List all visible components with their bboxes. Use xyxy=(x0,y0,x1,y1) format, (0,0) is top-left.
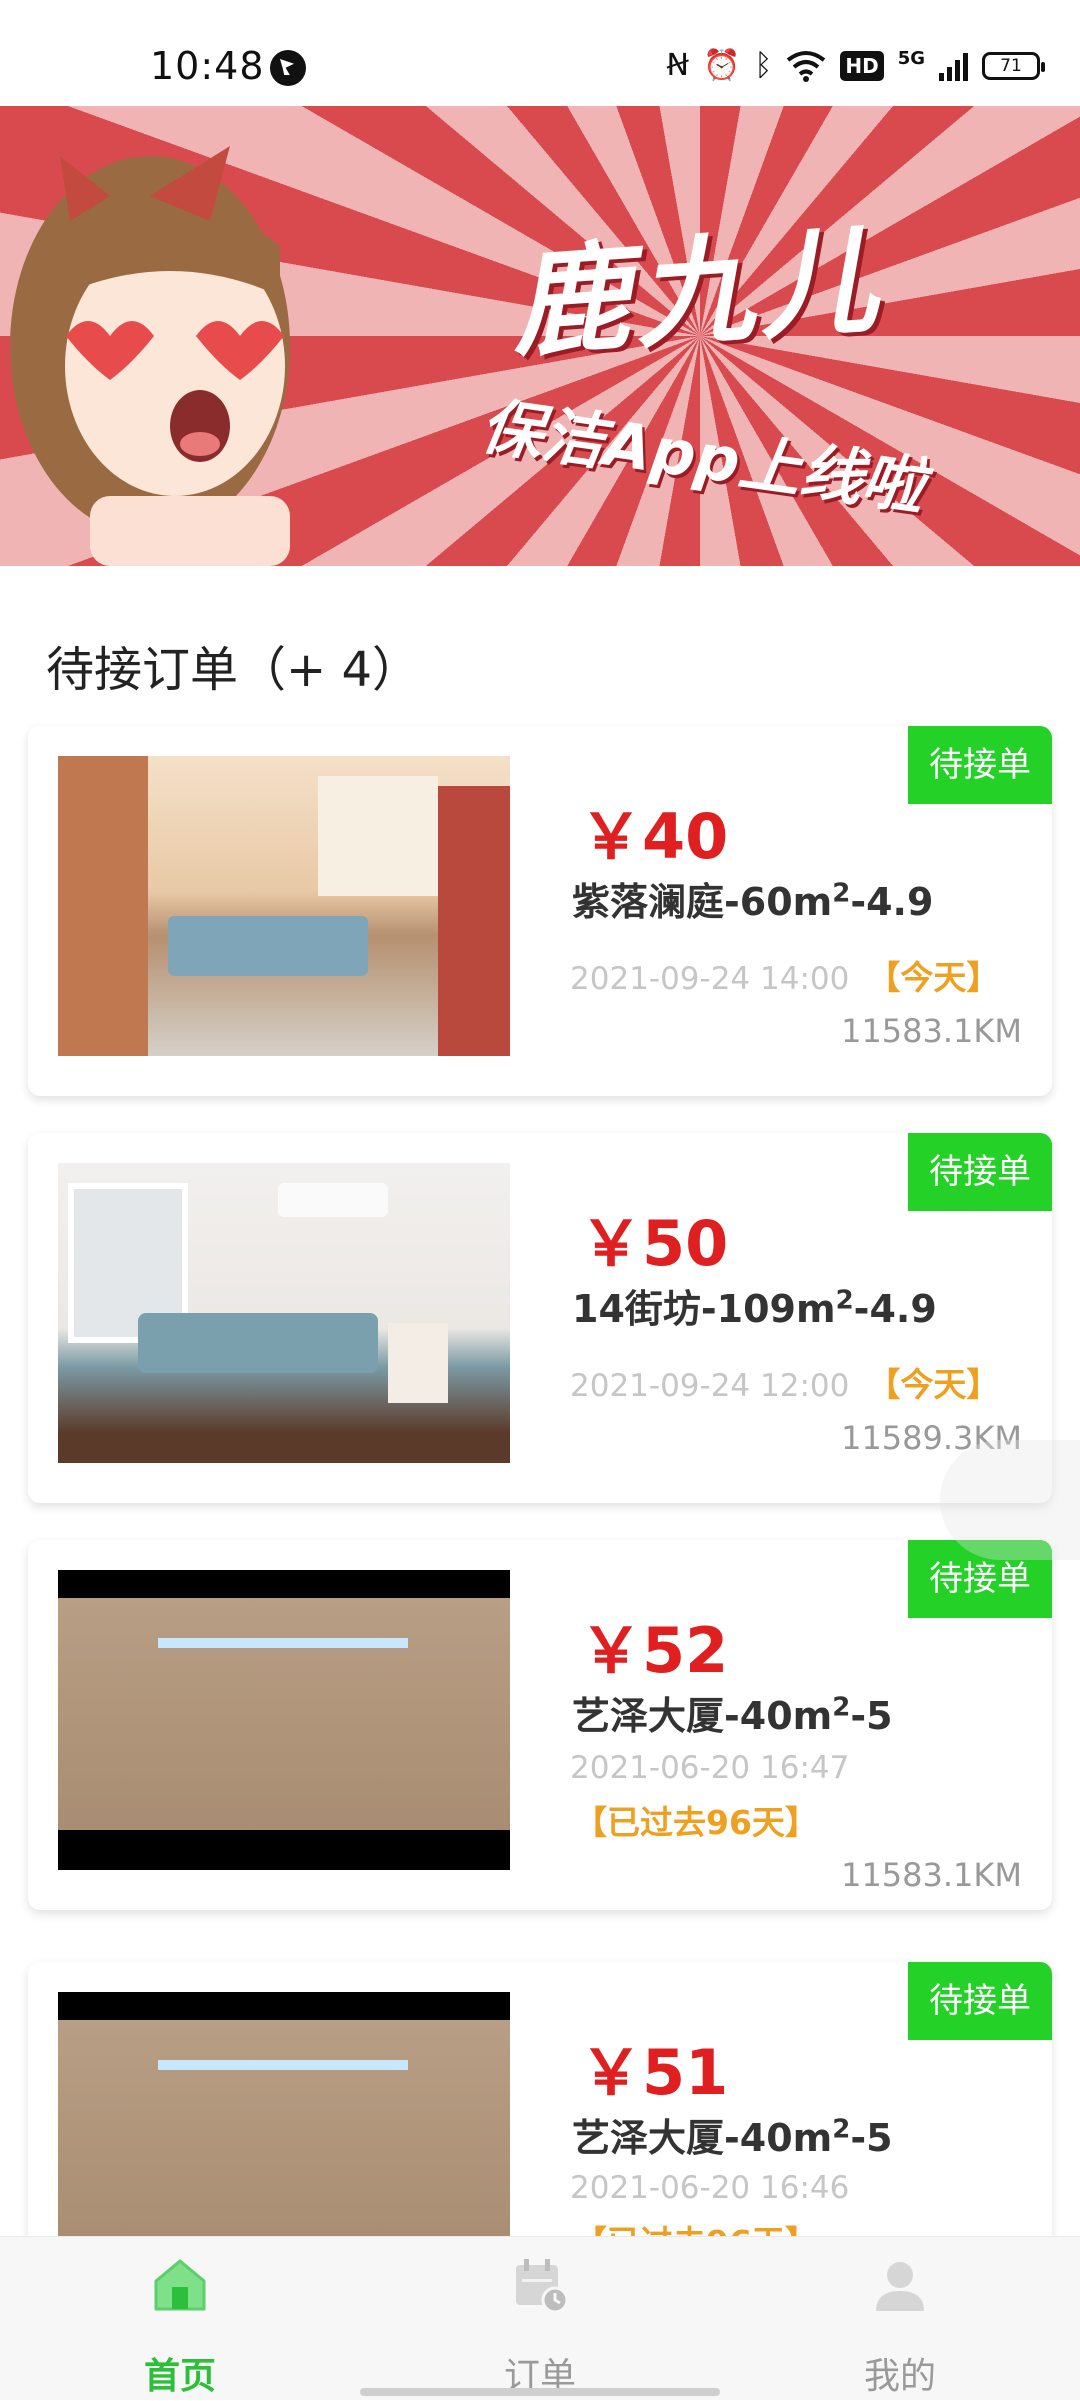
battery-icon: 71 xyxy=(982,52,1045,80)
order-title: 艺泽大厦-40m2-5 xyxy=(572,1692,893,1738)
mascot-girl-image xyxy=(10,146,290,566)
nav-home-label: 首页 xyxy=(143,2356,216,2397)
status-badge: 待接单 xyxy=(908,1133,1052,1211)
order-datetime: 2021-09-24 12:00 【今天】 xyxy=(570,1365,1000,1404)
gesture-home-indicator[interactable] xyxy=(360,2388,720,2396)
order-card[interactable]: 待接单 ￥40 紫落澜庭-60m2-4.9 2021-09-24 14:00 【今… xyxy=(28,726,1052,1096)
pending-orders-title: 待接订单（+ 4） xyxy=(46,642,421,698)
promo-banner[interactable]: 鹿九儿 保洁App上线啦 xyxy=(0,106,1080,566)
hd-icon: HD xyxy=(840,51,884,81)
nav-orders[interactable]: 订单 xyxy=(360,2237,720,2401)
bottom-navigation: 首页 订单 我的 xyxy=(0,2236,1080,2400)
order-distance: 11583.1KM xyxy=(841,1012,1022,1050)
status-badge: 待接单 xyxy=(908,1962,1052,2040)
order-card[interactable]: 待接单 ￥50 14街坊-109m2-4.9 2021-09-24 12:00 【… xyxy=(28,1133,1052,1503)
user-icon xyxy=(876,2262,924,2311)
nav-mine-label: 我的 xyxy=(863,2356,936,2397)
network-type: 5G xyxy=(897,48,925,69)
status-icons: Ꞥ ⏰ ᛒ HD 5G 71 xyxy=(666,46,1045,86)
banner-title: 鹿九儿 xyxy=(506,210,888,374)
banner-subtitle: 保洁App上线啦 xyxy=(476,389,929,524)
order-datetime: 2021-09-24 14:00 【今天】 xyxy=(570,958,1000,997)
order-title: 14街坊-109m2-4.9 xyxy=(572,1285,937,1331)
order-card[interactable]: 待接单 ￥52 艺泽大厦-40m2-5 2021-06-20 16:47 【已过… xyxy=(28,1540,1052,1910)
notification-app-icon xyxy=(270,50,306,86)
order-price: ￥52 xyxy=(580,1614,729,1687)
calendar-clock-icon xyxy=(516,2259,569,2314)
order-title: 紫落澜庭-60m2-4.9 xyxy=(572,878,934,924)
order-day-tag: 【今天】 xyxy=(867,1365,1000,1404)
signal-icon xyxy=(939,51,968,81)
wifi-icon xyxy=(787,51,826,82)
nfc-icon: Ꞥ xyxy=(666,48,689,83)
order-photo xyxy=(58,756,510,1056)
bluetooth-icon: ᛒ xyxy=(754,48,773,83)
order-distance: 11583.1KM xyxy=(841,1856,1022,1894)
status-badge: 待接单 xyxy=(908,726,1052,804)
order-price: ￥51 xyxy=(580,2036,729,2109)
order-day-tag: 【今天】 xyxy=(867,958,1000,997)
order-price: ￥50 xyxy=(580,1207,729,1280)
alarm-icon: ⏰ xyxy=(702,48,741,83)
nav-home[interactable]: 首页 xyxy=(0,2237,360,2401)
order-datetime: 2021-06-20 16:47 xyxy=(570,1750,850,1786)
order-photo xyxy=(58,1163,510,1463)
order-price: ￥40 xyxy=(580,800,729,873)
order-card[interactable]: 待接单 ￥51 艺泽大厦-40m2-5 2021-06-20 16:46 【已过… xyxy=(28,1962,1052,2282)
home-icon xyxy=(154,2259,206,2311)
status-bar: 10:48 Ꞥ ⏰ ᛒ HD 5G 71 xyxy=(0,0,1080,106)
floating-assist-button[interactable] xyxy=(940,1440,1080,1560)
order-title: 艺泽大厦-40m2-5 xyxy=(572,2114,893,2160)
order-datetime: 2021-06-20 16:46 xyxy=(570,2170,850,2206)
order-photo xyxy=(58,1570,510,1870)
nav-mine[interactable]: 我的 xyxy=(720,2237,1080,2401)
order-day-tag: 【已过去96天】 xyxy=(574,1803,818,1842)
order-photo xyxy=(58,1992,510,2262)
status-time: 10:48 xyxy=(150,44,265,88)
